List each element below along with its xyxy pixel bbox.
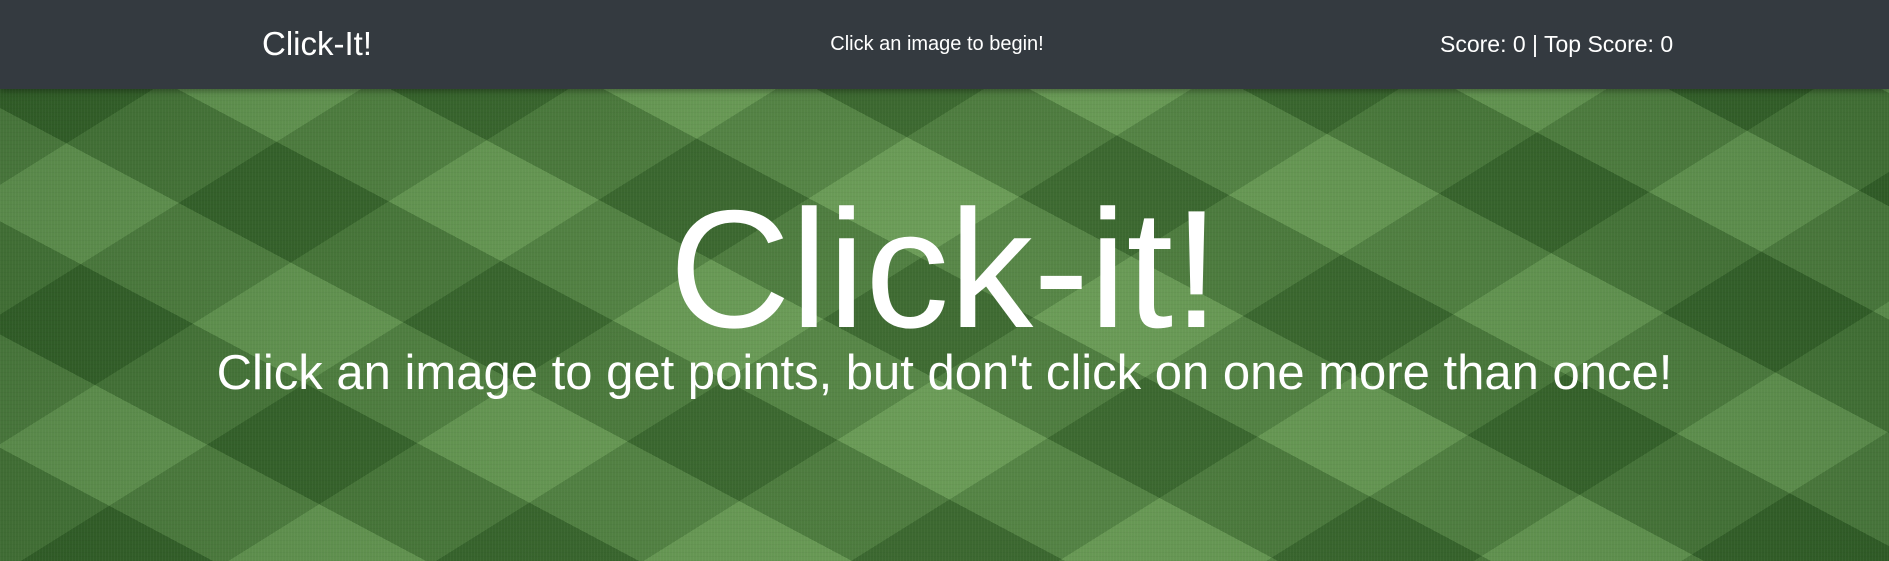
hero-title: Click-it! <box>669 175 1220 363</box>
score-display: Score: 0 | Top Score: 0 <box>1440 31 1674 57</box>
top-navbar: Click-It! Click an image to begin! Score… <box>0 0 1889 89</box>
hero-subtitle: Click an image to get points, but don't … <box>216 346 1673 400</box>
hero-banner: Click-it! Click an image to get points, … <box>0 89 1889 561</box>
